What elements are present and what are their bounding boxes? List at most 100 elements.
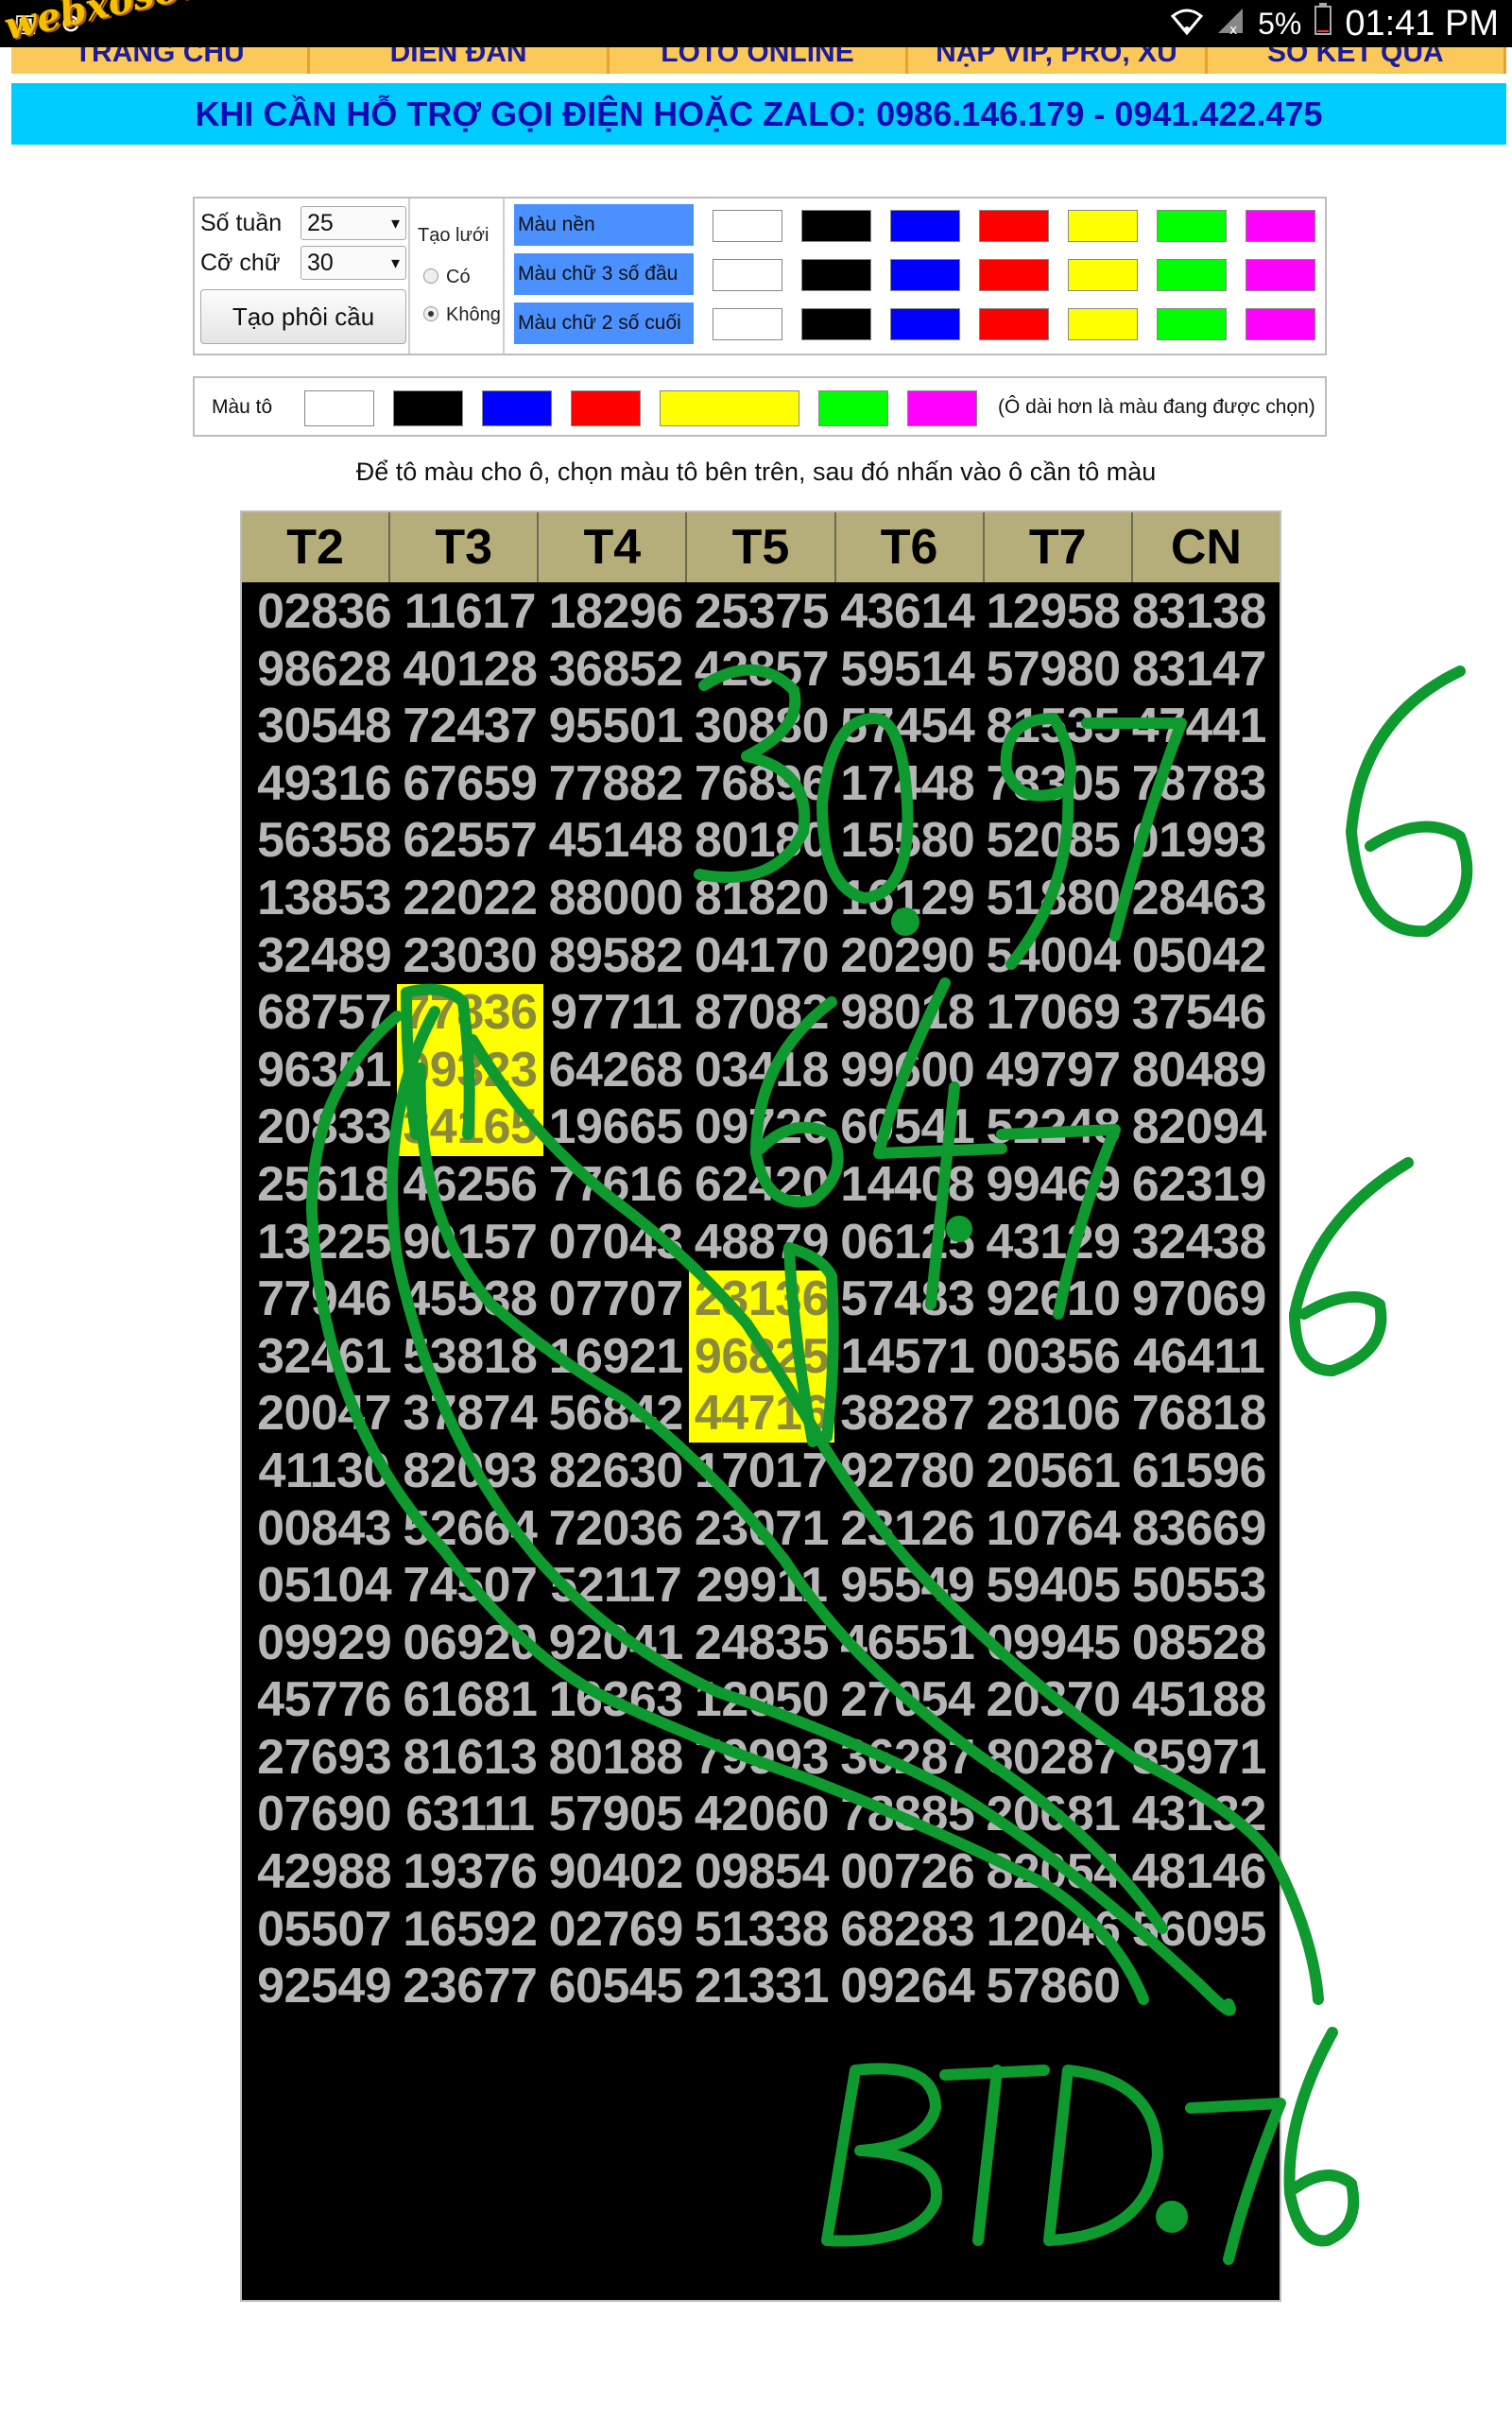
- table-cell[interactable]: 37874: [397, 1385, 542, 1443]
- table-cell[interactable]: 92610: [980, 1270, 1125, 1328]
- table-cell[interactable]: 99469: [980, 1156, 1125, 1214]
- table-cell[interactable]: 30880: [689, 698, 834, 755]
- table-cell[interactable]: 28463: [1126, 870, 1272, 927]
- table-cell[interactable]: 56842: [543, 1385, 689, 1443]
- table-cell[interactable]: 45148: [543, 812, 689, 870]
- table-cell[interactable]: 72036: [543, 1500, 689, 1558]
- table-cell[interactable]: 54004: [980, 927, 1125, 985]
- mau-nen-green[interactable]: [1157, 210, 1227, 242]
- table-cell[interactable]: 90402: [543, 1843, 689, 1901]
- table-cell[interactable]: 62557: [397, 812, 542, 870]
- mau-to-green[interactable]: [818, 390, 888, 426]
- table-cell[interactable]: 49797: [980, 1042, 1125, 1099]
- table-cell[interactable]: 77616: [543, 1156, 689, 1214]
- table-cell[interactable]: 82094: [1126, 1098, 1272, 1156]
- table-cell[interactable]: 83138: [1126, 583, 1272, 641]
- table-cell[interactable]: 16921: [543, 1328, 689, 1386]
- table-cell[interactable]: 03418: [689, 1042, 834, 1099]
- table-cell[interactable]: 06920: [397, 1615, 542, 1672]
- table-cell[interactable]: 49316: [251, 755, 397, 813]
- table-cell[interactable]: 47441: [1126, 698, 1272, 755]
- table-cell[interactable]: 11617: [397, 583, 542, 641]
- table-cell[interactable]: 25618: [251, 1156, 397, 1214]
- table-cell[interactable]: 05104: [251, 1557, 397, 1615]
- table-cell[interactable]: 20370: [980, 1671, 1125, 1729]
- table-cell[interactable]: 81820: [689, 870, 834, 927]
- mau-chu-3-red[interactable]: [979, 259, 1049, 291]
- table-cell[interactable]: 56358: [251, 812, 397, 870]
- table-cell[interactable]: 12958: [980, 583, 1125, 641]
- nav-trang-chu[interactable]: TRANG CHỦ: [11, 47, 311, 74]
- mau-chu-2-blue[interactable]: [890, 308, 960, 340]
- table-cell[interactable]: 72437: [397, 698, 542, 755]
- table-cell[interactable]: 32489: [251, 927, 397, 985]
- table-cell[interactable]: 92549: [251, 1958, 397, 2015]
- table-cell[interactable]: 79993: [689, 1729, 834, 1787]
- table-cell[interactable]: 48146: [1126, 1843, 1272, 1901]
- table-cell[interactable]: 23030: [397, 927, 542, 985]
- table-cell[interactable]: 60545: [543, 1958, 689, 2015]
- table-cell[interactable]: 12950: [689, 1671, 834, 1729]
- mau-nen-red[interactable]: [979, 210, 1049, 242]
- table-cell[interactable]: 96351: [251, 1042, 397, 1099]
- table-cell[interactable]: 27693: [251, 1729, 397, 1787]
- table-cell[interactable]: 78885: [834, 1786, 980, 1843]
- table-cell[interactable]: 01993: [1126, 812, 1272, 870]
- table-cell[interactable]: 57483: [834, 1270, 980, 1328]
- table-cell[interactable]: 63111: [397, 1786, 542, 1843]
- table-cell[interactable]: 50553: [1126, 1557, 1272, 1615]
- table-cell[interactable]: 09929: [251, 1615, 397, 1672]
- table-cell[interactable]: 19665: [543, 1098, 689, 1156]
- mau-to-red[interactable]: [571, 390, 641, 426]
- table-cell[interactable]: 13225: [251, 1214, 397, 1271]
- table-cell[interactable]: 32461: [251, 1328, 397, 1386]
- table-cell[interactable]: 51880: [980, 870, 1125, 927]
- nav-dien-dan[interactable]: DIỄN ĐÀN: [310, 47, 610, 74]
- table-cell[interactable]: 80180: [689, 812, 834, 870]
- table-cell[interactable]: 24835: [689, 1615, 834, 1672]
- so-tuan-select[interactable]: 25: [301, 206, 406, 240]
- table-cell[interactable]: 20681: [980, 1786, 1125, 1843]
- table-cell[interactable]: 00843: [251, 1500, 397, 1558]
- table-cell[interactable]: 43614: [834, 583, 980, 641]
- table-cell[interactable]: 28106: [980, 1385, 1125, 1443]
- table-cell[interactable]: 17017: [689, 1443, 834, 1500]
- table-cell[interactable]: 14571: [834, 1328, 980, 1386]
- table-cell[interactable]: 40128: [397, 641, 542, 699]
- table-cell[interactable]: 98018: [834, 984, 980, 1042]
- table-cell[interactable]: 15580: [834, 812, 980, 870]
- table-cell[interactable]: 27054: [834, 1671, 980, 1729]
- table-cell[interactable]: 05042: [1126, 927, 1272, 985]
- table-cell[interactable]: 43129: [980, 1214, 1125, 1271]
- table-cell[interactable]: 10764: [980, 1500, 1125, 1558]
- table-cell[interactable]: 23126: [834, 1500, 980, 1558]
- table-cell[interactable]: 43132: [1126, 1786, 1272, 1843]
- mau-nen-magenta[interactable]: [1246, 210, 1315, 242]
- mau-to-black[interactable]: [393, 390, 463, 426]
- table-cell[interactable]: 42060: [689, 1786, 834, 1843]
- mau-chu-3-black[interactable]: [801, 259, 871, 291]
- table-cell[interactable]: 78783: [1126, 755, 1272, 813]
- mau-chu-3-white[interactable]: [713, 259, 782, 291]
- table-cell[interactable]: 00356: [980, 1328, 1125, 1386]
- table-cell[interactable]: 08528: [1126, 1615, 1272, 1672]
- mau-chu-2-yellow[interactable]: [1068, 308, 1138, 340]
- table-cell[interactable]: 23071: [689, 1500, 834, 1558]
- tao-luoi-co-radio[interactable]: [423, 268, 438, 284]
- mau-chu-2-black[interactable]: [801, 308, 871, 340]
- table-cell[interactable]: 14408: [834, 1156, 980, 1214]
- table-cell[interactable]: 17448: [834, 755, 980, 813]
- table-cell[interactable]: 48879: [689, 1214, 834, 1271]
- table-cell[interactable]: 45188: [1126, 1671, 1272, 1729]
- table-cell[interactable]: 67659: [397, 755, 542, 813]
- table-cell[interactable]: 51338: [689, 1901, 834, 1959]
- table-cell[interactable]: 09854: [689, 1843, 834, 1901]
- table-cell[interactable]: 81613: [397, 1729, 542, 1787]
- table-cell[interactable]: 68283: [834, 1901, 980, 1959]
- table-cell[interactable]: 57980: [980, 641, 1125, 699]
- table-cell[interactable]: 52117: [543, 1557, 689, 1615]
- nav-loto-online[interactable]: LOTO ONLINE: [610, 47, 909, 74]
- table-cell[interactable]: 41130: [251, 1443, 397, 1500]
- table-cell[interactable]: 36852: [543, 641, 689, 699]
- mau-to-blue[interactable]: [482, 390, 552, 426]
